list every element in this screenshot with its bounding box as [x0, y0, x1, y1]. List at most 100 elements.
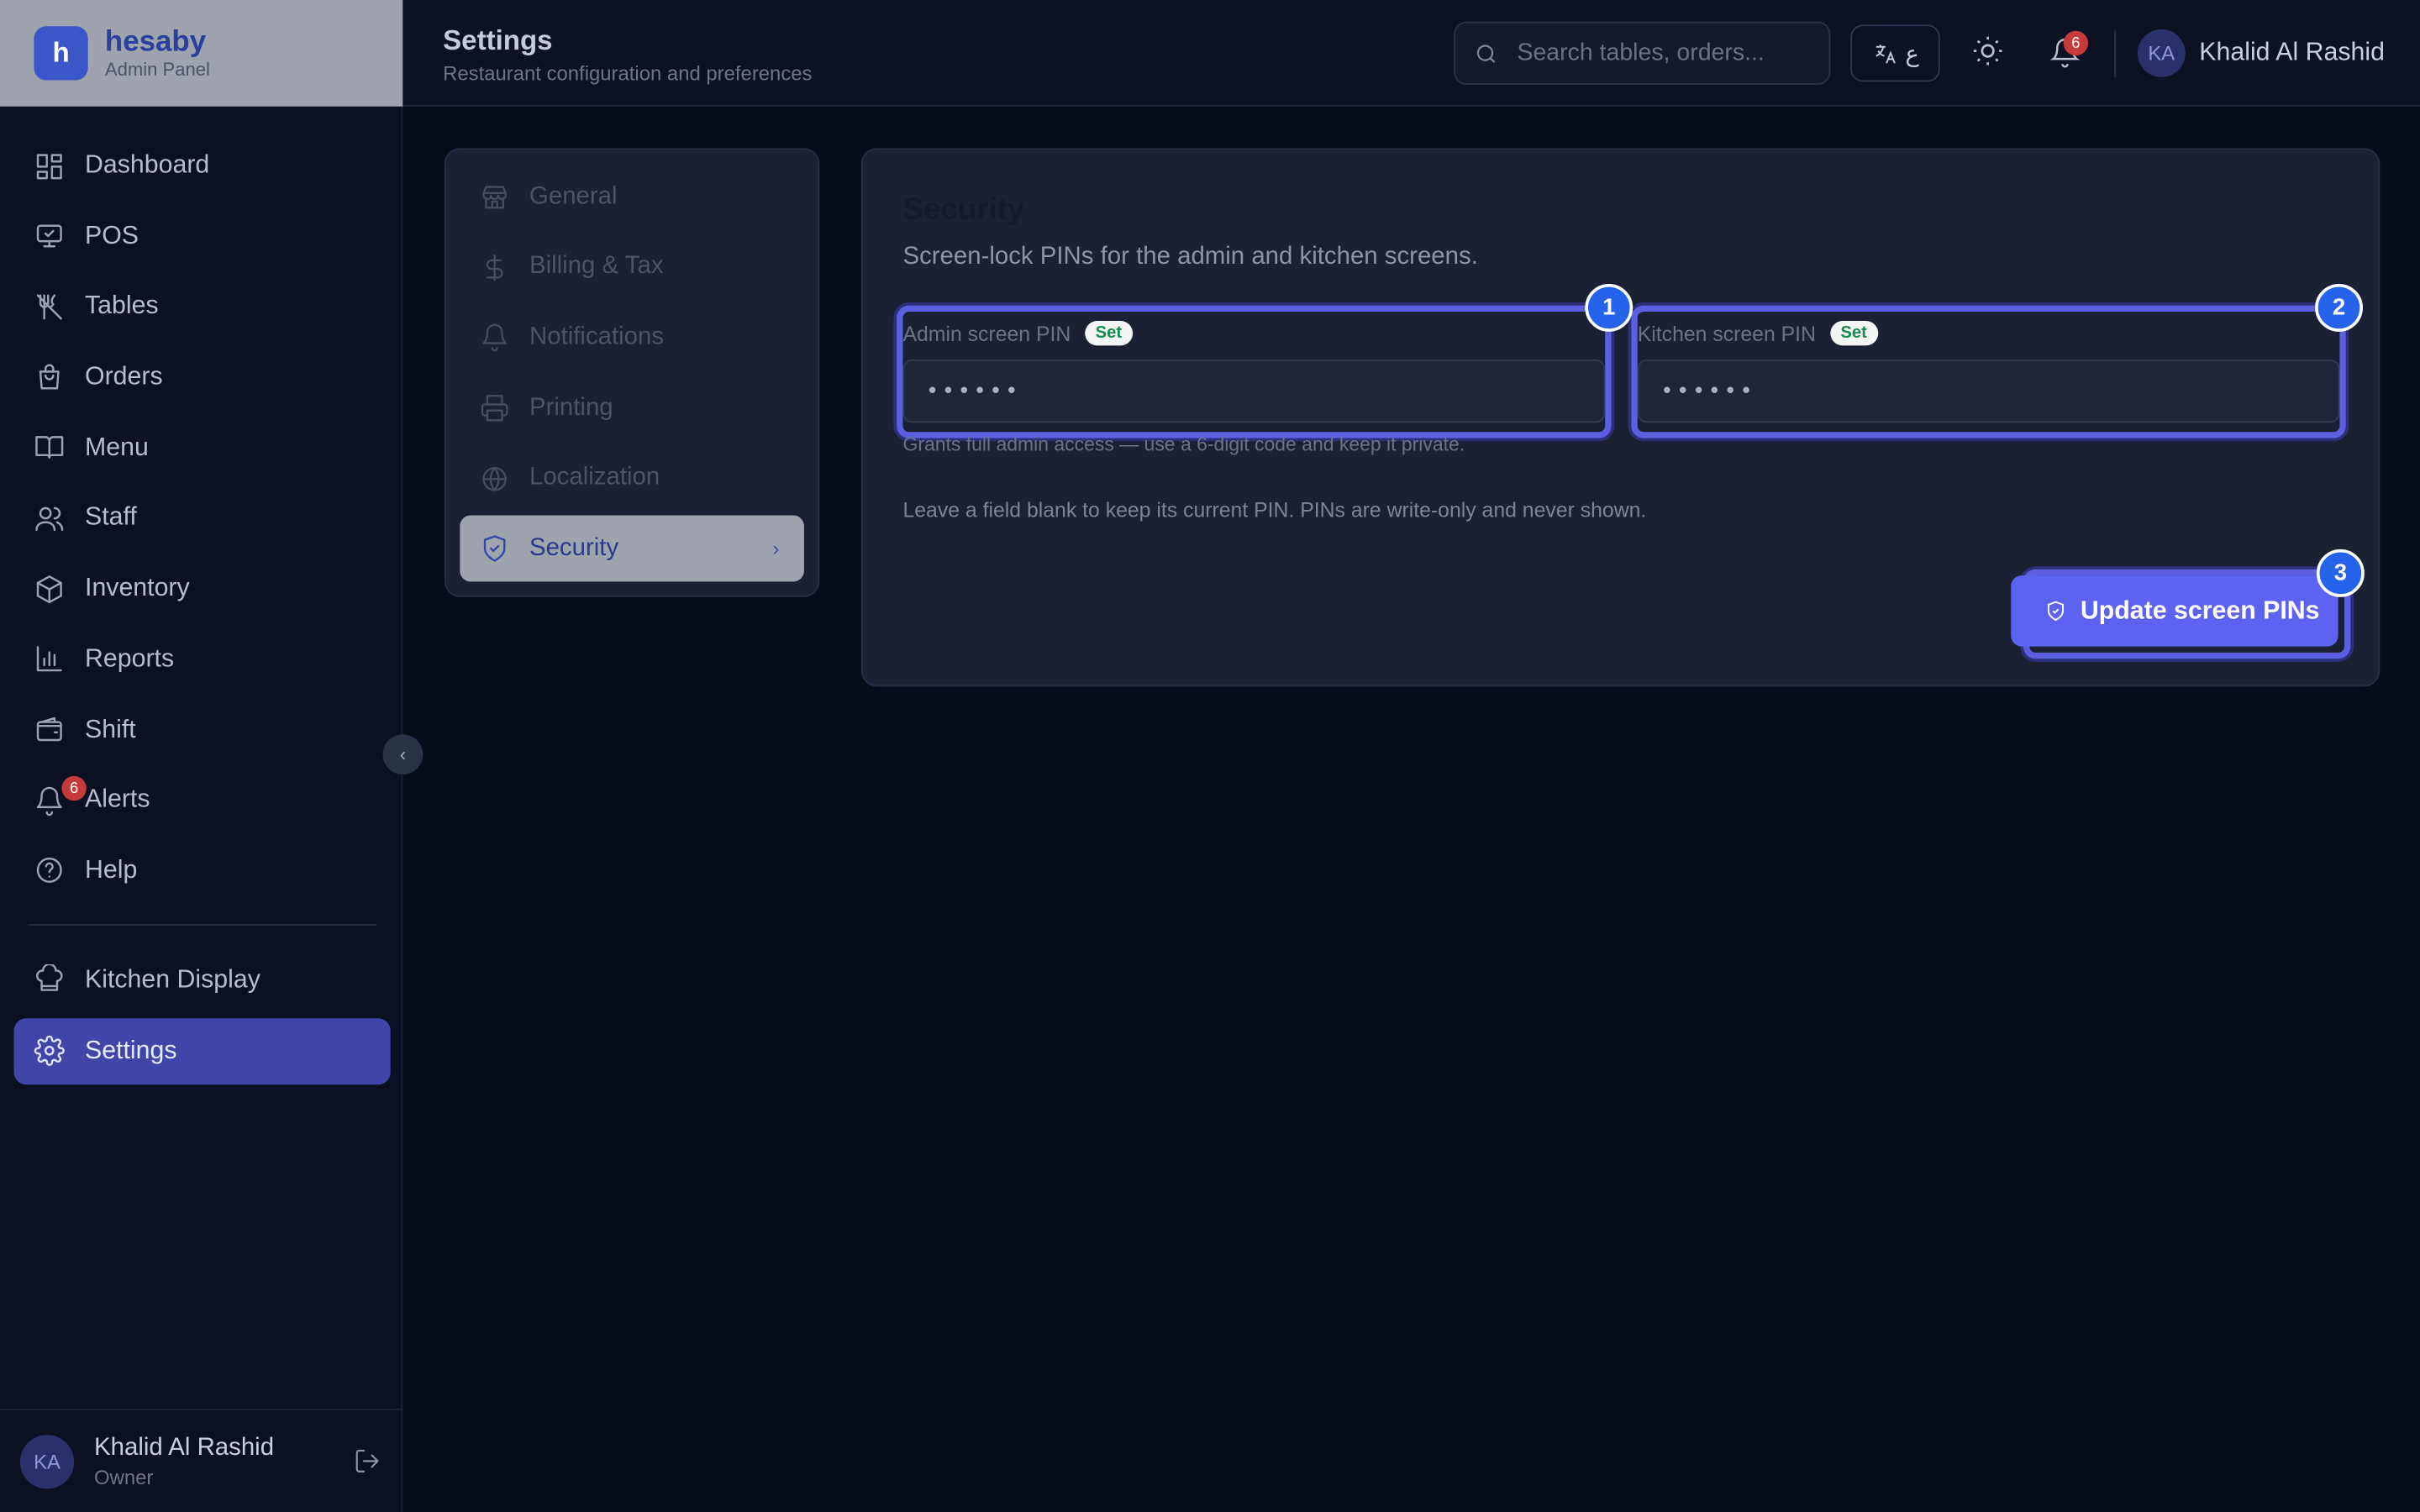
printer-icon	[481, 395, 508, 422]
sidebar-item-label: Menu	[85, 433, 149, 461]
step-marker-2: 2	[2315, 283, 2363, 332]
bar-chart-icon	[36, 646, 62, 672]
package-icon	[36, 575, 62, 603]
alerts-badge: 6	[61, 776, 87, 801]
header-user-menu[interactable]: KA Khalid Al Rashid	[2137, 29, 2386, 77]
brand-name: hesaby	[104, 25, 207, 58]
sidebar-item-label: Orders	[85, 362, 163, 391]
admin-pin-hint: Grants full admin access — use a 6-digit…	[902, 433, 1465, 455]
update-pins-button[interactable]: Update screen PINs	[2011, 575, 2338, 647]
user-name: Khalid Al Rashid	[94, 1434, 275, 1461]
sidebar-item-label: Dashboard	[85, 150, 210, 180]
header-user-name: Khalid Al Rashid	[2199, 38, 2386, 66]
settings-nav-label: Notifications	[529, 323, 665, 350]
sidebar-item-label: Tables	[85, 291, 159, 320]
language-toggle-button[interactable]: ع	[1850, 24, 1940, 82]
help-icon	[36, 858, 62, 884]
admin-pin-label: Admin screen PIN Set	[902, 321, 1133, 346]
settings-nav-notifications[interactable]: Notifications	[460, 305, 804, 371]
sidebar: h hesaby Admin Panel Dashboard POS Table…	[0, 0, 403, 1512]
sidebar-item-shift[interactable]: Shift	[14, 696, 391, 763]
bell-icon	[482, 324, 507, 353]
sidebar-item-label: Reports	[85, 644, 175, 673]
sidebar-item-help[interactable]: Help	[14, 837, 391, 904]
sidebar-item-label: Staff	[85, 503, 137, 532]
sidebar-item-pos[interactable]: POS	[14, 203, 391, 270]
sidebar-item-label: Kitchen Display	[85, 965, 260, 994]
sidebar-item-dashboard[interactable]: Dashboard	[14, 133, 391, 199]
sidebar-collapse-button[interactable]: ‹	[382, 734, 424, 775]
sidebar-item-label: Settings	[85, 1036, 177, 1064]
logout-button[interactable]	[354, 1447, 381, 1483]
chevron-right-icon: ›	[772, 537, 780, 561]
kitchen-pin-field: Kitchen screen PIN Set •••••• 2	[1631, 283, 2363, 438]
globe-icon	[482, 466, 507, 491]
top-header: Settings Restaurant configuration and pr…	[402, 0, 2420, 107]
avatar[interactable]: KA	[19, 1434, 75, 1488]
search-box	[1454, 21, 1831, 86]
shopping-bag-icon	[39, 363, 60, 389]
brand-subtitle: Admin Panel	[104, 57, 210, 80]
security-card: Security Screen-lock PINs for the admin …	[860, 148, 2381, 687]
settings-nav-label: Security	[529, 535, 619, 562]
status-badge: Set	[1084, 321, 1133, 346]
settings-nav-localization[interactable]: Localization	[460, 445, 804, 512]
dashboard-icon	[36, 153, 62, 179]
theme-toggle-button[interactable]	[1970, 34, 2004, 76]
brand[interactable]: h hesaby Admin Panel	[0, 0, 403, 107]
sun-icon	[1973, 36, 2002, 66]
shield-icon	[2047, 601, 2065, 622]
kitchen-pin-label-text: Kitchen screen PIN	[1637, 321, 1816, 345]
sidebar-nav: Dashboard POS Tables Orders Menu Staff I…	[13, 133, 391, 1088]
page-subtitle: Restaurant configuration and preferences	[443, 61, 813, 86]
settings-nav-label: Localization	[529, 465, 660, 491]
sidebar-item-kitchen-display[interactable]: Kitchen Display	[14, 948, 391, 1014]
section-description: Screen-lock PINs for the admin and kitch…	[902, 244, 1478, 270]
update-pins-label: Update screen PINs	[2080, 596, 2320, 624]
sidebar-item-label: Help	[85, 856, 138, 885]
brand-logo: h	[34, 26, 88, 81]
sidebar-item-alerts[interactable]: Alerts 6	[14, 767, 391, 833]
shield-icon	[483, 536, 506, 563]
settings-nav-billing[interactable]: Billing & Tax	[460, 234, 804, 301]
logout-icon	[355, 1449, 379, 1473]
notifications-button[interactable]: 6	[2049, 30, 2089, 76]
book-icon	[35, 436, 64, 459]
status-badge: Set	[1829, 321, 1878, 346]
gear-icon	[34, 1035, 65, 1066]
settings-nav-security[interactable]: Security ›	[460, 516, 804, 583]
dollar-icon	[486, 254, 503, 281]
settings-nav-label: General	[529, 182, 618, 209]
sidebar-item-menu[interactable]: Menu	[14, 415, 391, 481]
sidebar-item-orders[interactable]: Orders	[14, 344, 391, 411]
admin-pin-input[interactable]: ••••••	[902, 359, 1606, 423]
search-input[interactable]	[1517, 39, 1811, 67]
settings-nav-label: Printing	[529, 394, 613, 421]
admin-pin-label-text: Admin screen PIN	[902, 321, 1071, 345]
search-icon	[1476, 44, 1496, 62]
sidebar-item-reports[interactable]: Reports	[14, 626, 391, 692]
sidebar-item-tables[interactable]: Tables	[14, 274, 391, 340]
kitchen-pin-input[interactable]: ••••••	[1637, 359, 2340, 423]
settings-nav: General Billing & Tax Notifications Prin…	[444, 148, 820, 597]
utensils-icon	[36, 294, 62, 320]
page-title: Settings	[443, 24, 553, 56]
settings-nav-general[interactable]: General	[460, 164, 804, 230]
settings-nav-printing[interactable]: Printing	[460, 375, 804, 441]
language-label: ع	[1905, 40, 1919, 67]
sidebar-user: KA Khalid Al Rashid Owner	[0, 1408, 403, 1512]
chef-hat-icon	[36, 964, 63, 992]
sidebar-item-settings[interactable]: Settings	[13, 1017, 391, 1084]
step-marker-3: 3	[2316, 549, 2365, 597]
sidebar-item-label: Shift	[85, 715, 136, 743]
store-icon	[482, 186, 507, 209]
sidebar-item-label: Alerts	[85, 785, 150, 814]
sidebar-item-inventory[interactable]: Inventory	[14, 555, 391, 622]
sidebar-item-staff[interactable]: Staff	[14, 486, 391, 552]
users-icon	[35, 507, 64, 532]
user-role: Owner	[94, 1464, 154, 1488]
wallet-icon	[36, 717, 62, 742]
sidebar-divider	[28, 923, 377, 926]
notifications-badge: 6	[2063, 30, 2089, 56]
admin-pin-field: Admin screen PIN Set •••••• 1	[897, 283, 1634, 438]
